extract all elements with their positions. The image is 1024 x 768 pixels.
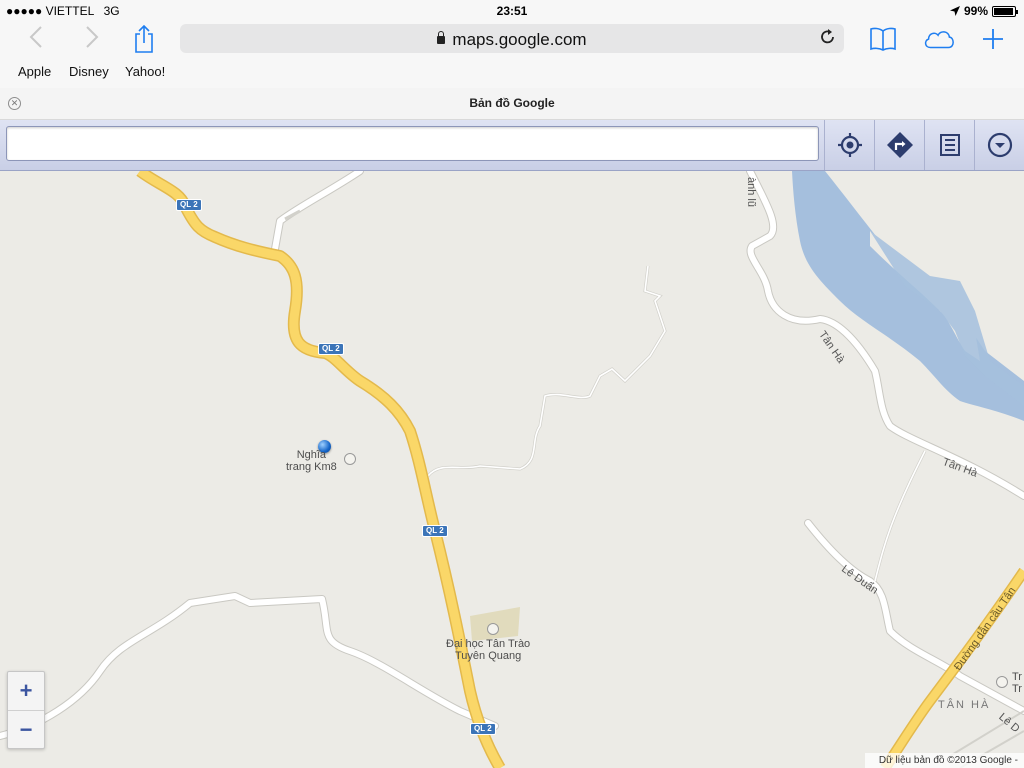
- area-label-tan-ha: TÂN HÀ: [938, 699, 991, 711]
- back-button[interactable]: [22, 26, 50, 54]
- share-icon: [135, 25, 153, 53]
- cemetery-label[interactable]: Nghĩa trang Km8: [286, 449, 337, 473]
- reload-icon: [821, 29, 834, 44]
- crosshair-icon: [837, 133, 862, 157]
- map-attribution: Dữ liệu bản đồ ©2013 Google -: [864, 753, 1024, 768]
- school-icon[interactable]: [487, 623, 499, 635]
- maps-search-input[interactable]: [7, 127, 818, 160]
- lock-icon: [437, 31, 446, 44]
- university-label-line1: Đại học Tân Trào: [446, 638, 531, 650]
- forward-button[interactable]: [78, 26, 106, 54]
- school-icon-2[interactable]: [996, 676, 1008, 688]
- battery-percent: 99%: [963, 4, 988, 18]
- university-label-line2: Tuyên Quang: [454, 650, 522, 662]
- battery-icon: [992, 5, 1018, 17]
- reload-button[interactable]: [820, 28, 836, 51]
- bookmark-yahoo[interactable]: Yahoo!: [125, 64, 165, 79]
- route-shield: QL 2: [176, 199, 202, 211]
- map-graphics: [0, 171, 1024, 768]
- school-label-partial: Tr Tr: [1012, 671, 1022, 695]
- university-label[interactable]: Đại học Tân Trào Tuyên Quang: [446, 638, 530, 662]
- directions-icon: [886, 132, 913, 158]
- chevron-left-icon: [29, 26, 42, 48]
- route-shield: QL 2: [422, 525, 448, 537]
- list-view-button[interactable]: [924, 120, 974, 170]
- bookmarks-button[interactable]: [866, 24, 900, 54]
- chevron-down-circle-icon: [987, 132, 1012, 158]
- url-text: maps.google.com: [452, 30, 587, 49]
- school-label-line2: Tr: [1012, 683, 1022, 695]
- list-icon: [939, 134, 960, 156]
- cemetery-label-line1: Nghĩa: [296, 449, 327, 461]
- school-label-line1: Tr: [1012, 671, 1022, 683]
- my-location-button[interactable]: [824, 120, 874, 170]
- street-label-thanh-lu: ành lũ: [745, 177, 757, 207]
- plus-icon: [983, 29, 1003, 49]
- options-menu-button[interactable]: [974, 120, 1024, 170]
- clock: 23:51: [496, 4, 528, 18]
- map-canvas[interactable]: QL 2 QL 2 QL 2 QL 2 Nghĩa trang Km8 Đại …: [0, 171, 1024, 768]
- icloud-tabs-button[interactable]: [922, 24, 956, 54]
- location-arrow-icon: [949, 6, 960, 16]
- zoom-control: + −: [7, 671, 45, 749]
- maps-toolbar: [0, 120, 1024, 171]
- tab-bar: ✕ Bản đồ Google: [0, 88, 1024, 120]
- bookmark-apple[interactable]: Apple: [18, 64, 51, 79]
- directions-button[interactable]: [874, 120, 924, 170]
- bookmark-disney[interactable]: Disney: [69, 64, 109, 79]
- address-bar[interactable]: maps.google.com: [180, 24, 844, 53]
- route-shield: QL 2: [470, 723, 496, 735]
- zoom-in-button[interactable]: +: [8, 672, 44, 710]
- share-button[interactable]: [127, 24, 161, 54]
- maps-search-box[interactable]: [6, 126, 819, 161]
- cemetery-label-line2: trang Km8: [286, 461, 337, 473]
- chevron-right-icon: [86, 26, 99, 48]
- cemetery-icon[interactable]: [344, 453, 356, 465]
- route-shield: QL 2: [318, 343, 344, 355]
- zoom-out-button[interactable]: −: [8, 710, 44, 748]
- new-tab-button[interactable]: [976, 24, 1010, 54]
- status-right: 99%: [949, 4, 1018, 18]
- browser-toolbar: maps.google.com: [0, 22, 1024, 56]
- url-display: maps.google.com: [180, 30, 844, 50]
- bookmarks-bar: Apple Disney Yahoo!: [0, 56, 1024, 88]
- tab-title[interactable]: Bản đồ Google: [0, 96, 1024, 110]
- river: [792, 171, 1024, 421]
- open-book-icon: [870, 27, 896, 51]
- status-bar: ●●●●● VIETTEL 3G 23:51 99%: [0, 0, 1024, 22]
- cloud-icon: [924, 31, 954, 49]
